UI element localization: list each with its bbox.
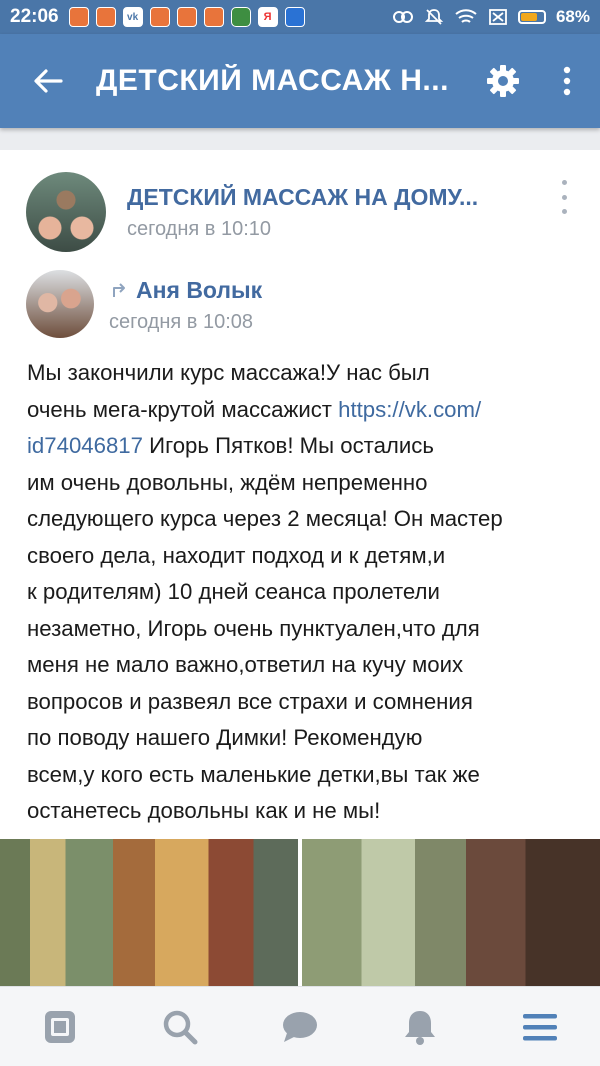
post-photo[interactable] [0,839,298,986]
notifications-icon [405,1010,435,1045]
post-text-line: id74046817 Игорь Пятков! Мы остались [27,433,434,458]
repost-author-row[interactable]: Аня Волык [112,277,262,304]
post-text-line: следующего курса через 2 месяца! Он маст… [27,506,503,531]
mute-icon [424,9,444,25]
app-icon [95,7,116,27]
notification-icons: vk Я [68,7,305,27]
post-text-line: Мы закончили курс массажа!У нас был [27,360,430,385]
news-icon [45,1010,75,1043]
group-name[interactable]: ДЕТСКИЙ МАССАЖ НА ДОМУ... [127,184,478,211]
profile-link[interactable]: https://vk.com/ [338,397,481,422]
nav-messages[interactable] [240,987,360,1066]
battery-percent: 68% [555,7,590,26]
app-icon [203,7,224,27]
repost-time: сегодня в 10:08 [109,311,253,333]
gear-icon [487,65,519,97]
status-time: 22:06 [10,6,59,27]
app-icon [68,7,89,27]
app-icon [149,7,170,27]
post-text-line: к родителям) 10 дней сеанса пролетели [27,579,440,604]
nav-notifications[interactable] [360,987,480,1066]
post-text-line: меня не мало важно,ответил на кучу моих [27,652,464,677]
system-indicators: 68% [392,7,590,27]
bottom-navigation [0,986,600,1066]
dot [561,180,567,185]
settings-button[interactable] [472,34,534,128]
page-title: ДЕТСКИЙ МАССАЖ Н... [96,64,449,97]
author-avatar[interactable] [26,270,94,338]
repost-icon [113,282,125,297]
messages-icon [283,1011,317,1042]
app-icon [176,7,197,27]
menu-icon [523,1013,557,1040]
nav-news[interactable] [0,987,120,1066]
post-text-line: по поводу нашего Димки! Рекомендую [27,725,423,750]
search-icon [163,1010,198,1044]
more-button[interactable] [534,34,600,128]
dot [561,209,567,214]
post-photo[interactable] [302,839,600,986]
post-card: ДЕТСКИЙ МАССАЖ НА ДОМУ... сегодня в 10:1… [0,150,600,986]
wifi-icon [455,9,477,23]
vk-icon: vk [122,7,143,27]
post-text-line: очень мега-крутой массажист https://vk.c… [27,396,482,422]
profile-link[interactable]: id74046817 [27,433,143,458]
back-button[interactable] [0,34,96,128]
author-name: Аня Волык [136,277,263,303]
shield-icon [230,7,251,27]
post-text-line: всем,у кого есть маленькие детки,вы так … [27,761,480,787]
post-text: Мы закончили курс массажа!У нас был очен… [27,355,575,830]
post-text-line: останетесь довольны как и не мы! [27,798,381,823]
post-text-line: им очень довольны, ждём непременно [27,469,428,495]
post-text-line: своего дела, находит подход и к детям,и [27,542,446,568]
yandex-icon: Я [257,7,278,27]
sync-icon [392,11,413,23]
status-bar: 22:06 vk Я 68% [0,0,600,34]
nav-menu[interactable] [480,987,600,1066]
post-photos [0,839,600,986]
group-avatar[interactable] [26,172,106,252]
no-sim-icon [489,9,507,25]
app-bar: ДЕТСКИЙ МАССАЖ Н... [0,34,600,128]
post-text-line: незаметно, Игорь очень пунктуален,что дл… [27,615,480,641]
post-text-line: вопросов и развеял все страхи и сомнения [27,688,473,714]
post-time: сегодня в 10:10 [127,218,271,240]
more-vertical-icon [563,66,571,96]
nav-search[interactable] [120,987,240,1066]
post-more-button[interactable] [552,180,576,214]
arrow-left-icon [34,69,63,93]
dot [561,194,567,200]
app-icon [284,7,305,27]
battery-icon [517,10,546,24]
